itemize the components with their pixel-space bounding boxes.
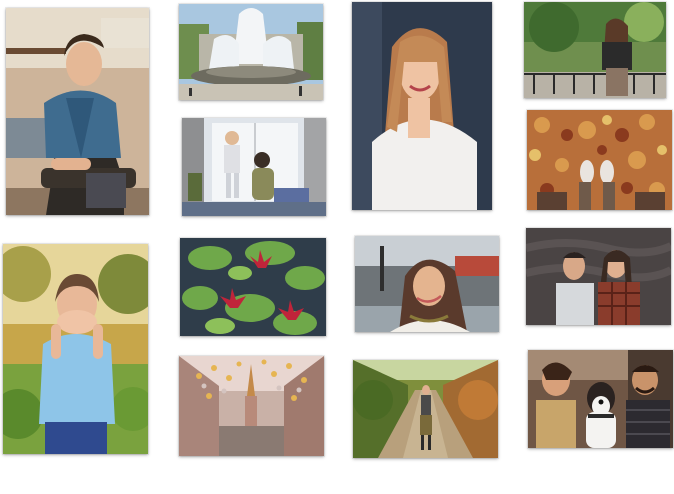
photo-fountain-image	[179, 4, 323, 100]
photo-man-plaid-image	[6, 8, 149, 215]
photo-print-autumn-leaves[interactable]	[527, 110, 672, 210]
photo-couple-with-dog-image	[528, 350, 673, 448]
photo-print-couple-with-dog[interactable]	[528, 350, 673, 448]
photo-print-woman-white-tshirt[interactable]	[352, 2, 492, 210]
photo-tree-alley-image	[353, 360, 498, 458]
photo-print-fountain[interactable]	[179, 4, 323, 100]
photo-print-couple-dark-wall[interactable]	[526, 228, 671, 325]
photo-couple-dark-wall-image	[526, 228, 671, 325]
photo-print-woman-covering-mouth[interactable]	[3, 244, 148, 454]
photo-print-woman-city-street[interactable]	[355, 236, 499, 332]
photo-autumn-leaves-image	[527, 110, 672, 210]
photo-woman-city-street-image	[355, 236, 499, 332]
photo-decorated-street-image	[179, 356, 324, 456]
photo-print-water-lilies[interactable]	[180, 238, 326, 336]
photo-print-man-plaid[interactable]	[6, 8, 149, 215]
photo-water-lilies-image	[180, 238, 326, 336]
photo-woman-park-image	[524, 2, 666, 98]
photo-children-window-image	[182, 118, 326, 216]
photo-woman-covering-mouth-image	[3, 244, 148, 454]
photo-print-tree-alley[interactable]	[353, 360, 498, 458]
photo-print-children-window[interactable]	[182, 118, 326, 216]
photo-print-decorated-street[interactable]	[179, 356, 324, 456]
photo-woman-white-tshirt-image	[352, 2, 492, 210]
photo-print-woman-park[interactable]	[524, 2, 666, 98]
